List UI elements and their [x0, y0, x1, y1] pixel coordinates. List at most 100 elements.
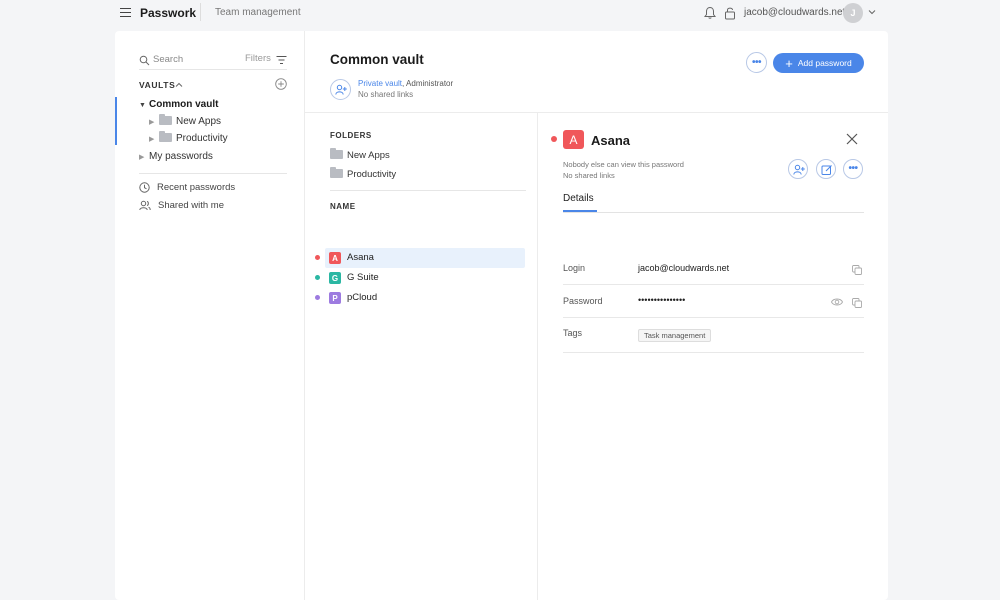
add-password-label: Add password	[797, 58, 852, 68]
divider	[139, 173, 287, 174]
folder-label: New Apps	[176, 116, 222, 127]
color-dot	[315, 275, 320, 280]
lock-icon[interactable]	[724, 6, 736, 20]
color-dot	[551, 136, 557, 142]
folder-label: Productivity	[176, 133, 228, 144]
add-user-icon	[793, 164, 805, 175]
folder-icon	[330, 148, 343, 159]
password-initial-badge: A	[563, 130, 584, 149]
team-management-link[interactable]: Team management	[215, 7, 301, 18]
tags-label: Tags	[563, 328, 583, 338]
more-options-button[interactable]: •••	[746, 52, 767, 73]
sidebar-item-recent-passwords[interactable]: Recent passwords	[139, 182, 235, 193]
copy-icon[interactable]	[852, 265, 862, 275]
caret-right-icon[interactable]: ▶	[149, 118, 159, 126]
sidebar-item-common-vault[interactable]: ▼ Common vault	[139, 99, 218, 110]
sidebar-item-shared-with-me[interactable]: Shared with me	[139, 200, 224, 211]
detail-shared-links: No shared links	[563, 171, 615, 180]
edit-password-button[interactable]	[816, 159, 836, 179]
search-bar[interactable]: Search Filters	[139, 53, 287, 70]
menu-icon[interactable]	[120, 7, 131, 18]
main-card: Search Filters VAULTS ▼ Common vault ▶ New…	[115, 31, 888, 600]
divider	[563, 284, 864, 285]
password-name: G Suite	[347, 272, 379, 283]
top-bar: Passwork Team management jacob@cloudward…	[0, 0, 1000, 27]
user-email[interactable]: jacob@cloudwards.net	[744, 7, 845, 18]
share-password-button[interactable]	[788, 159, 808, 179]
active-indicator	[115, 97, 117, 145]
caret-down-icon[interactable]: ▼	[139, 102, 149, 109]
vaults-heading: VAULTS	[139, 80, 176, 90]
password-value[interactable]: •••••••••••••••	[638, 295, 685, 305]
eye-icon[interactable]	[831, 297, 843, 307]
search-icon	[139, 55, 150, 66]
password-detail-panel: A Asana Nobody else can view this passwo…	[538, 113, 888, 600]
tag-chip[interactable]: Task management	[638, 329, 712, 342]
share-vault-button[interactable]	[330, 79, 351, 100]
users-icon	[139, 200, 151, 211]
folders-heading: FOLDERS	[330, 131, 372, 140]
name-heading: NAME	[330, 202, 356, 211]
my-passwords-label: My passwords	[149, 151, 213, 162]
folder-icon	[159, 131, 172, 142]
avatar[interactable]: J	[843, 3, 863, 23]
color-dot	[315, 255, 320, 260]
close-icon[interactable]	[846, 133, 858, 145]
color-dot	[315, 295, 320, 300]
page-title: Common vault	[330, 52, 424, 67]
plus-icon: +	[785, 55, 793, 71]
bell-icon[interactable]	[703, 6, 717, 20]
caret-right-icon[interactable]: ▶	[139, 153, 149, 161]
clock-icon	[139, 182, 150, 193]
vault-role: , Administrator	[402, 79, 454, 88]
sidebar: Search Filters VAULTS ▼ Common vault ▶ New…	[115, 31, 305, 600]
add-user-icon	[335, 84, 347, 95]
divider	[563, 212, 864, 213]
chevron-down-icon[interactable]	[868, 8, 876, 16]
divider	[200, 3, 201, 21]
filters-label[interactable]: Filters	[245, 53, 271, 64]
password-name: pCloud	[347, 292, 378, 303]
chevron-up-icon[interactable]	[175, 81, 183, 89]
divider	[330, 190, 526, 191]
divider	[563, 352, 864, 353]
list-folder-new-apps[interactable]: New Apps	[330, 148, 390, 161]
more-options-button[interactable]: •••	[843, 159, 863, 179]
edit-icon	[821, 165, 832, 175]
password-initial-badge: A	[329, 252, 341, 264]
login-label: Login	[563, 263, 586, 273]
sidebar-item-new-apps[interactable]: ▶ New Apps	[149, 114, 222, 127]
vault-header: Common vault Private vault, Administrato…	[305, 31, 888, 113]
list-folder-productivity[interactable]: Productivity	[330, 167, 397, 180]
password-row-g-suite[interactable]: G G Suite	[315, 268, 525, 288]
add-vault-icon[interactable]	[275, 78, 287, 90]
app-logo[interactable]: Passwork	[140, 6, 196, 20]
add-password-button[interactable]: + Add password	[773, 53, 864, 73]
recent-passwords-label: Recent passwords	[157, 182, 236, 193]
detail-title: Asana	[591, 133, 631, 148]
tab-details[interactable]: Details	[563, 193, 594, 204]
folder-icon	[330, 167, 343, 178]
password-row-pcloud[interactable]: P pCloud	[315, 288, 525, 308]
filter-icon[interactable]	[276, 55, 287, 65]
shared-with-me-label: Shared with me	[158, 200, 225, 211]
copy-icon[interactable]	[852, 298, 862, 308]
password-list-panel: FOLDERS New Apps Productivity NAME A Asa…	[305, 113, 538, 600]
password-name: Asana	[347, 252, 374, 263]
search-input[interactable]: Search	[153, 54, 183, 65]
password-initial-badge: G	[329, 272, 341, 284]
password-initial-badge: P	[329, 292, 341, 304]
sidebar-item-productivity[interactable]: ▶ Productivity	[149, 131, 228, 144]
vault-label: Common vault	[149, 99, 219, 110]
password-row-asana[interactable]: A Asana	[315, 248, 525, 268]
password-label: Password	[563, 296, 603, 306]
vault-access: Private vault, Administrator	[358, 79, 453, 88]
caret-right-icon[interactable]: ▶	[149, 135, 159, 143]
sidebar-item-my-passwords[interactable]: ▶ My passwords	[139, 151, 213, 162]
folder-label: Productivity	[347, 169, 397, 180]
login-value[interactable]: jacob@cloudwards.net	[638, 263, 729, 273]
vault-type-link[interactable]: Private vault	[358, 79, 402, 88]
vault-shared-links: No shared links	[358, 90, 414, 99]
folder-icon	[159, 114, 172, 125]
folder-label: New Apps	[347, 150, 390, 161]
